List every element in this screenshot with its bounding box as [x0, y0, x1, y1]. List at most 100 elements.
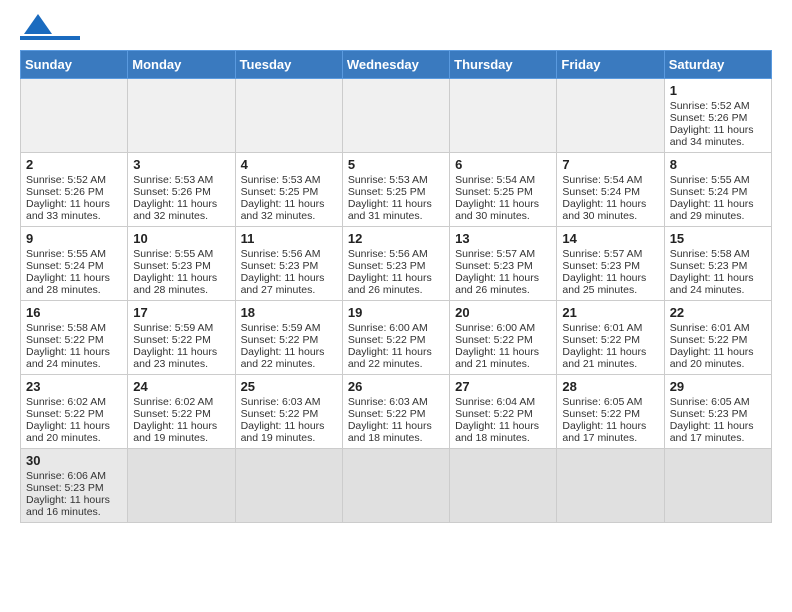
week-row-2: 9Sunrise: 5:55 AMSunset: 5:24 PMDaylight… [21, 227, 772, 301]
calendar-cell [557, 449, 664, 523]
sunrise-text: Sunrise: 6:02 AM [26, 396, 122, 408]
sunrise-text: Sunrise: 5:53 AM [348, 174, 444, 186]
daylight-text: Daylight: 11 hours and 22 minutes. [348, 346, 444, 370]
daylight-text: Daylight: 11 hours and 19 minutes. [133, 420, 229, 444]
daylight-text: Daylight: 11 hours and 32 minutes. [133, 198, 229, 222]
sunrise-text: Sunrise: 6:05 AM [670, 396, 766, 408]
sunset-text: Sunset: 5:23 PM [241, 260, 337, 272]
daylight-text: Daylight: 11 hours and 27 minutes. [241, 272, 337, 296]
sunset-text: Sunset: 5:23 PM [26, 482, 122, 494]
day-number: 20 [455, 305, 551, 320]
sunrise-text: Sunrise: 5:57 AM [455, 248, 551, 260]
calendar-cell: 2Sunrise: 5:52 AMSunset: 5:26 PMDaylight… [21, 153, 128, 227]
sunset-text: Sunset: 5:23 PM [670, 408, 766, 420]
sunset-text: Sunset: 5:22 PM [670, 334, 766, 346]
header-row: SundayMondayTuesdayWednesdayThursdayFrid… [21, 51, 772, 79]
calendar-cell [21, 79, 128, 153]
sunrise-text: Sunrise: 5:54 AM [562, 174, 658, 186]
daylight-text: Daylight: 11 hours and 25 minutes. [562, 272, 658, 296]
day-number: 28 [562, 379, 658, 394]
calendar-cell: 12Sunrise: 5:56 AMSunset: 5:23 PMDayligh… [342, 227, 449, 301]
calendar-cell: 23Sunrise: 6:02 AMSunset: 5:22 PMDayligh… [21, 375, 128, 449]
daylight-text: Daylight: 11 hours and 28 minutes. [133, 272, 229, 296]
logo [20, 16, 80, 40]
sunset-text: Sunset: 5:26 PM [670, 112, 766, 124]
sunset-text: Sunset: 5:22 PM [455, 408, 551, 420]
sunset-text: Sunset: 5:23 PM [562, 260, 658, 272]
day-number: 2 [26, 157, 122, 172]
calendar-cell: 5Sunrise: 5:53 AMSunset: 5:25 PMDaylight… [342, 153, 449, 227]
day-number: 13 [455, 231, 551, 246]
sunset-text: Sunset: 5:26 PM [26, 186, 122, 198]
day-number: 30 [26, 453, 122, 468]
calendar-cell: 10Sunrise: 5:55 AMSunset: 5:23 PMDayligh… [128, 227, 235, 301]
daylight-text: Daylight: 11 hours and 16 minutes. [26, 494, 122, 518]
calendar-cell: 21Sunrise: 6:01 AMSunset: 5:22 PMDayligh… [557, 301, 664, 375]
sunrise-text: Sunrise: 6:02 AM [133, 396, 229, 408]
day-number: 24 [133, 379, 229, 394]
header-day-sunday: Sunday [21, 51, 128, 79]
calendar-cell: 9Sunrise: 5:55 AMSunset: 5:24 PMDaylight… [21, 227, 128, 301]
calendar-header: SundayMondayTuesdayWednesdayThursdayFrid… [21, 51, 772, 79]
sunset-text: Sunset: 5:23 PM [670, 260, 766, 272]
sunrise-text: Sunrise: 5:58 AM [670, 248, 766, 260]
daylight-text: Daylight: 11 hours and 19 minutes. [241, 420, 337, 444]
day-number: 6 [455, 157, 551, 172]
calendar-cell [450, 79, 557, 153]
week-row-1: 2Sunrise: 5:52 AMSunset: 5:26 PMDaylight… [21, 153, 772, 227]
week-row-5: 30 Sunrise: 6:06 AMSunset: 5:23 PMDayligh… [21, 449, 772, 523]
sunset-text: Sunset: 5:22 PM [348, 408, 444, 420]
calendar-cell [128, 449, 235, 523]
day-number: 19 [348, 305, 444, 320]
header-day-monday: Monday [128, 51, 235, 79]
daylight-text: Daylight: 11 hours and 30 minutes. [455, 198, 551, 222]
sunrise-text: Sunrise: 5:54 AM [455, 174, 551, 186]
calendar-cell: 24Sunrise: 6:02 AMSunset: 5:22 PMDayligh… [128, 375, 235, 449]
calendar-cell [450, 449, 557, 523]
calendar-cell: 20Sunrise: 6:00 AMSunset: 5:22 PMDayligh… [450, 301, 557, 375]
day-number: 17 [133, 305, 229, 320]
sunset-text: Sunset: 5:22 PM [241, 408, 337, 420]
day-number: 23 [26, 379, 122, 394]
daylight-text: Daylight: 11 hours and 28 minutes. [26, 272, 122, 296]
daylight-text: Daylight: 11 hours and 20 minutes. [26, 420, 122, 444]
calendar-cell [342, 79, 449, 153]
daylight-text: Daylight: 11 hours and 24 minutes. [670, 272, 766, 296]
daylight-text: Daylight: 11 hours and 18 minutes. [455, 420, 551, 444]
day-number: 21 [562, 305, 658, 320]
daylight-text: Daylight: 11 hours and 31 minutes. [348, 198, 444, 222]
header-day-friday: Friday [557, 51, 664, 79]
week-row-0: 1Sunrise: 5:52 AMSunset: 5:26 PMDaylight… [21, 79, 772, 153]
daylight-text: Daylight: 11 hours and 30 minutes. [562, 198, 658, 222]
week-row-4: 23Sunrise: 6:02 AMSunset: 5:22 PMDayligh… [21, 375, 772, 449]
daylight-text: Daylight: 11 hours and 21 minutes. [562, 346, 658, 370]
day-number: 26 [348, 379, 444, 394]
calendar-cell: 25 Sunrise: 6:03 AMSunset: 5:22 PMDayligh… [235, 375, 342, 449]
sunset-text: Sunset: 5:24 PM [670, 186, 766, 198]
sunrise-text: Sunrise: 6:06 AM [26, 470, 122, 482]
day-number: 9 [26, 231, 122, 246]
calendar-cell [128, 79, 235, 153]
sunset-text: Sunset: 5:22 PM [562, 334, 658, 346]
header-day-wednesday: Wednesday [342, 51, 449, 79]
daylight-text: Daylight: 11 hours and 26 minutes. [348, 272, 444, 296]
day-number: 12 [348, 231, 444, 246]
sunrise-text: Sunrise: 6:04 AM [455, 396, 551, 408]
day-number: 3 [133, 157, 229, 172]
daylight-text: Daylight: 11 hours and 26 minutes. [455, 272, 551, 296]
daylight-text: Daylight: 11 hours and 17 minutes. [562, 420, 658, 444]
daylight-text: Daylight: 11 hours and 18 minutes. [348, 420, 444, 444]
calendar-cell [557, 79, 664, 153]
sunset-text: Sunset: 5:22 PM [241, 334, 337, 346]
day-number: 27 [455, 379, 551, 394]
calendar-cell: 16Sunrise: 5:58 AMSunset: 5:22 PMDayligh… [21, 301, 128, 375]
sunrise-text: Sunrise: 6:03 AM [241, 396, 337, 408]
calendar-cell: 17Sunrise: 5:59 AMSunset: 5:22 PMDayligh… [128, 301, 235, 375]
day-number: 25 [241, 379, 337, 394]
sunset-text: Sunset: 5:26 PM [133, 186, 229, 198]
calendar-cell: 4Sunrise: 5:53 AMSunset: 5:25 PMDaylight… [235, 153, 342, 227]
day-number: 16 [26, 305, 122, 320]
calendar-cell: 19Sunrise: 6:00 AMSunset: 5:22 PMDayligh… [342, 301, 449, 375]
sunset-text: Sunset: 5:25 PM [241, 186, 337, 198]
calendar-cell: 7Sunrise: 5:54 AMSunset: 5:24 PMDaylight… [557, 153, 664, 227]
